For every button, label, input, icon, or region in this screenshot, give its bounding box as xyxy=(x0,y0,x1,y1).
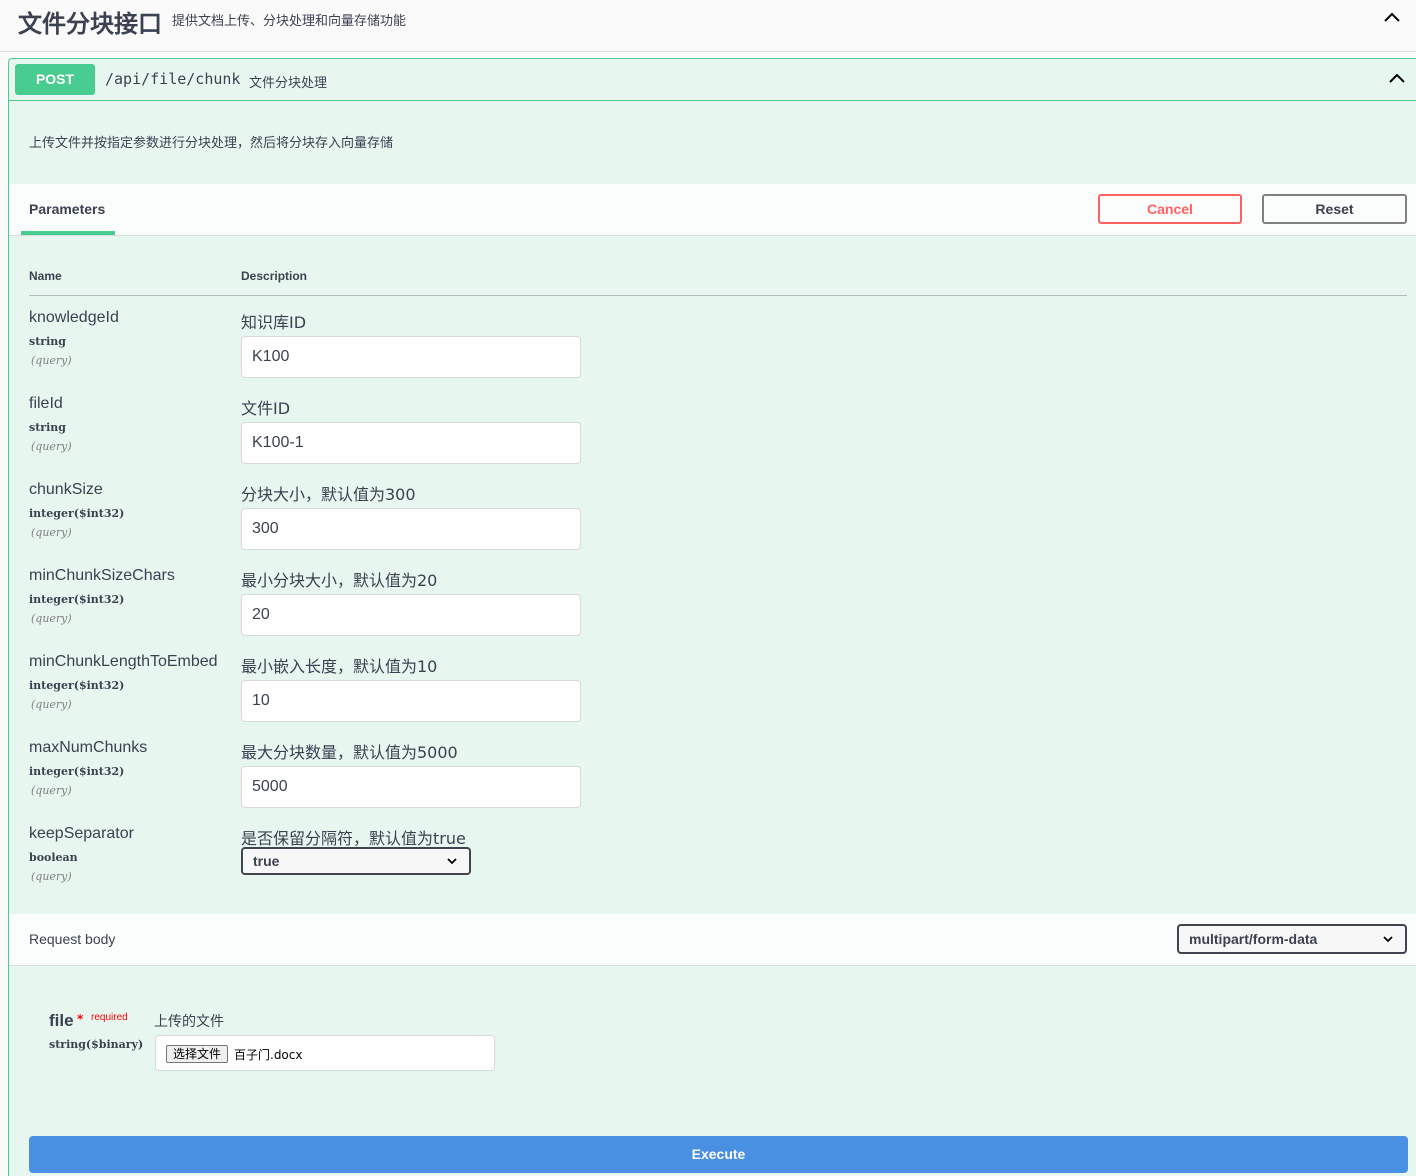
param-type: integer($int32) xyxy=(29,765,125,778)
param-type: boolean xyxy=(29,851,78,864)
operation-summary[interactable]: POST /api/file/chunk 文件分块处理 xyxy=(9,59,1416,101)
param-description: 知识库ID xyxy=(241,313,307,332)
required-label: required xyxy=(91,1012,128,1023)
param-name: maxNumChunks xyxy=(29,739,148,756)
param-name: knowledgeId xyxy=(29,309,119,326)
operation-description: 上传文件并按指定参数进行分块处理，然后将分块存入向量存储 xyxy=(29,136,394,151)
parameters-header: Parameters Cancel Reset xyxy=(9,184,1416,236)
param-description: 最小嵌入长度，默认值为10 xyxy=(241,657,438,676)
reset-button[interactable]: Reset xyxy=(1262,194,1407,224)
min-chunk-length-to-embed-input[interactable] xyxy=(241,680,581,722)
param-type: integer($int32) xyxy=(29,679,125,692)
param-name: keepSeparator xyxy=(29,825,134,842)
file-param-description: 上传的文件 xyxy=(154,1014,224,1030)
tag-description: 提供文档上传、分块处理和向量存储功能 xyxy=(172,14,407,29)
operation-path: /api/file/chunk xyxy=(105,70,241,88)
operation-block: POST /api/file/chunk 文件分块处理 上传文件并按指定参数进行… xyxy=(8,58,1416,1176)
min-chunk-size-chars-input[interactable] xyxy=(241,594,581,636)
param-type: string xyxy=(29,421,66,434)
chunk-size-input[interactable] xyxy=(241,508,581,550)
param-location: (query) xyxy=(31,698,72,711)
cancel-button[interactable]: Cancel xyxy=(1098,194,1242,224)
file-param-name: file xyxy=(49,1011,74,1030)
tag-title: 文件分块接口 xyxy=(18,10,162,38)
param-location: (query) xyxy=(31,526,72,539)
execute-button[interactable]: Execute xyxy=(29,1136,1408,1173)
param-location: (query) xyxy=(31,440,72,453)
param-type: integer($int32) xyxy=(29,507,125,520)
param-name: minChunkSizeChars xyxy=(29,567,175,584)
chevron-up-icon[interactable] xyxy=(1387,69,1407,89)
param-description: 是否保留分隔符，默认值为true xyxy=(241,829,466,848)
param-location: (query) xyxy=(31,870,72,883)
param-name: minChunkLengthToEmbed xyxy=(29,653,218,670)
operation-summary-text: 文件分块处理 xyxy=(249,76,328,91)
chevron-down-icon xyxy=(1381,932,1395,946)
tag-header[interactable]: 文件分块接口 提供文档上传、分块处理和向量存储功能 xyxy=(0,0,1416,52)
file-param-type: string($binary) xyxy=(49,1038,144,1051)
chevron-down-icon xyxy=(445,854,459,868)
header-divider xyxy=(29,295,1407,296)
request-body-header: Request body multipart/form-data xyxy=(9,914,1416,966)
choose-file-button[interactable]: 选择文件 xyxy=(166,1045,229,1063)
param-name: chunkSize xyxy=(29,481,103,498)
param-type: string xyxy=(29,335,66,348)
method-badge: POST xyxy=(15,64,95,95)
file-input[interactable]: 选择文件 百子门.docx xyxy=(155,1035,495,1071)
required-star: * xyxy=(77,1012,84,1026)
param-location: (query) xyxy=(31,784,72,797)
param-name: fileId xyxy=(29,395,63,412)
param-location: (query) xyxy=(31,354,72,367)
param-description: 文件ID xyxy=(241,399,291,418)
keep-separator-select[interactable]: true xyxy=(241,847,471,875)
param-description: 最小分块大小，默认值为20 xyxy=(241,571,438,590)
request-body-title: Request body xyxy=(29,931,116,947)
param-description: 分块大小，默认值为300 xyxy=(241,485,416,504)
chevron-up-icon[interactable] xyxy=(1382,8,1402,28)
tab-underline xyxy=(21,231,115,235)
param-description: 最大分块数量，默认值为5000 xyxy=(241,743,458,762)
chosen-file-name: 百子门.docx xyxy=(234,1048,303,1062)
file-id-input[interactable] xyxy=(241,422,581,464)
select-value: true xyxy=(253,853,280,869)
knowledge-id-input[interactable] xyxy=(241,336,581,378)
param-location: (query) xyxy=(31,612,72,625)
tab-parameters[interactable]: Parameters xyxy=(29,201,105,217)
column-header-description: Description xyxy=(241,269,308,283)
param-type: integer($int32) xyxy=(29,593,125,606)
column-header-name: Name xyxy=(29,269,62,283)
max-num-chunks-input[interactable] xyxy=(241,766,581,808)
select-value: multipart/form-data xyxy=(1189,931,1318,947)
content-type-select[interactable]: multipart/form-data xyxy=(1177,924,1407,954)
